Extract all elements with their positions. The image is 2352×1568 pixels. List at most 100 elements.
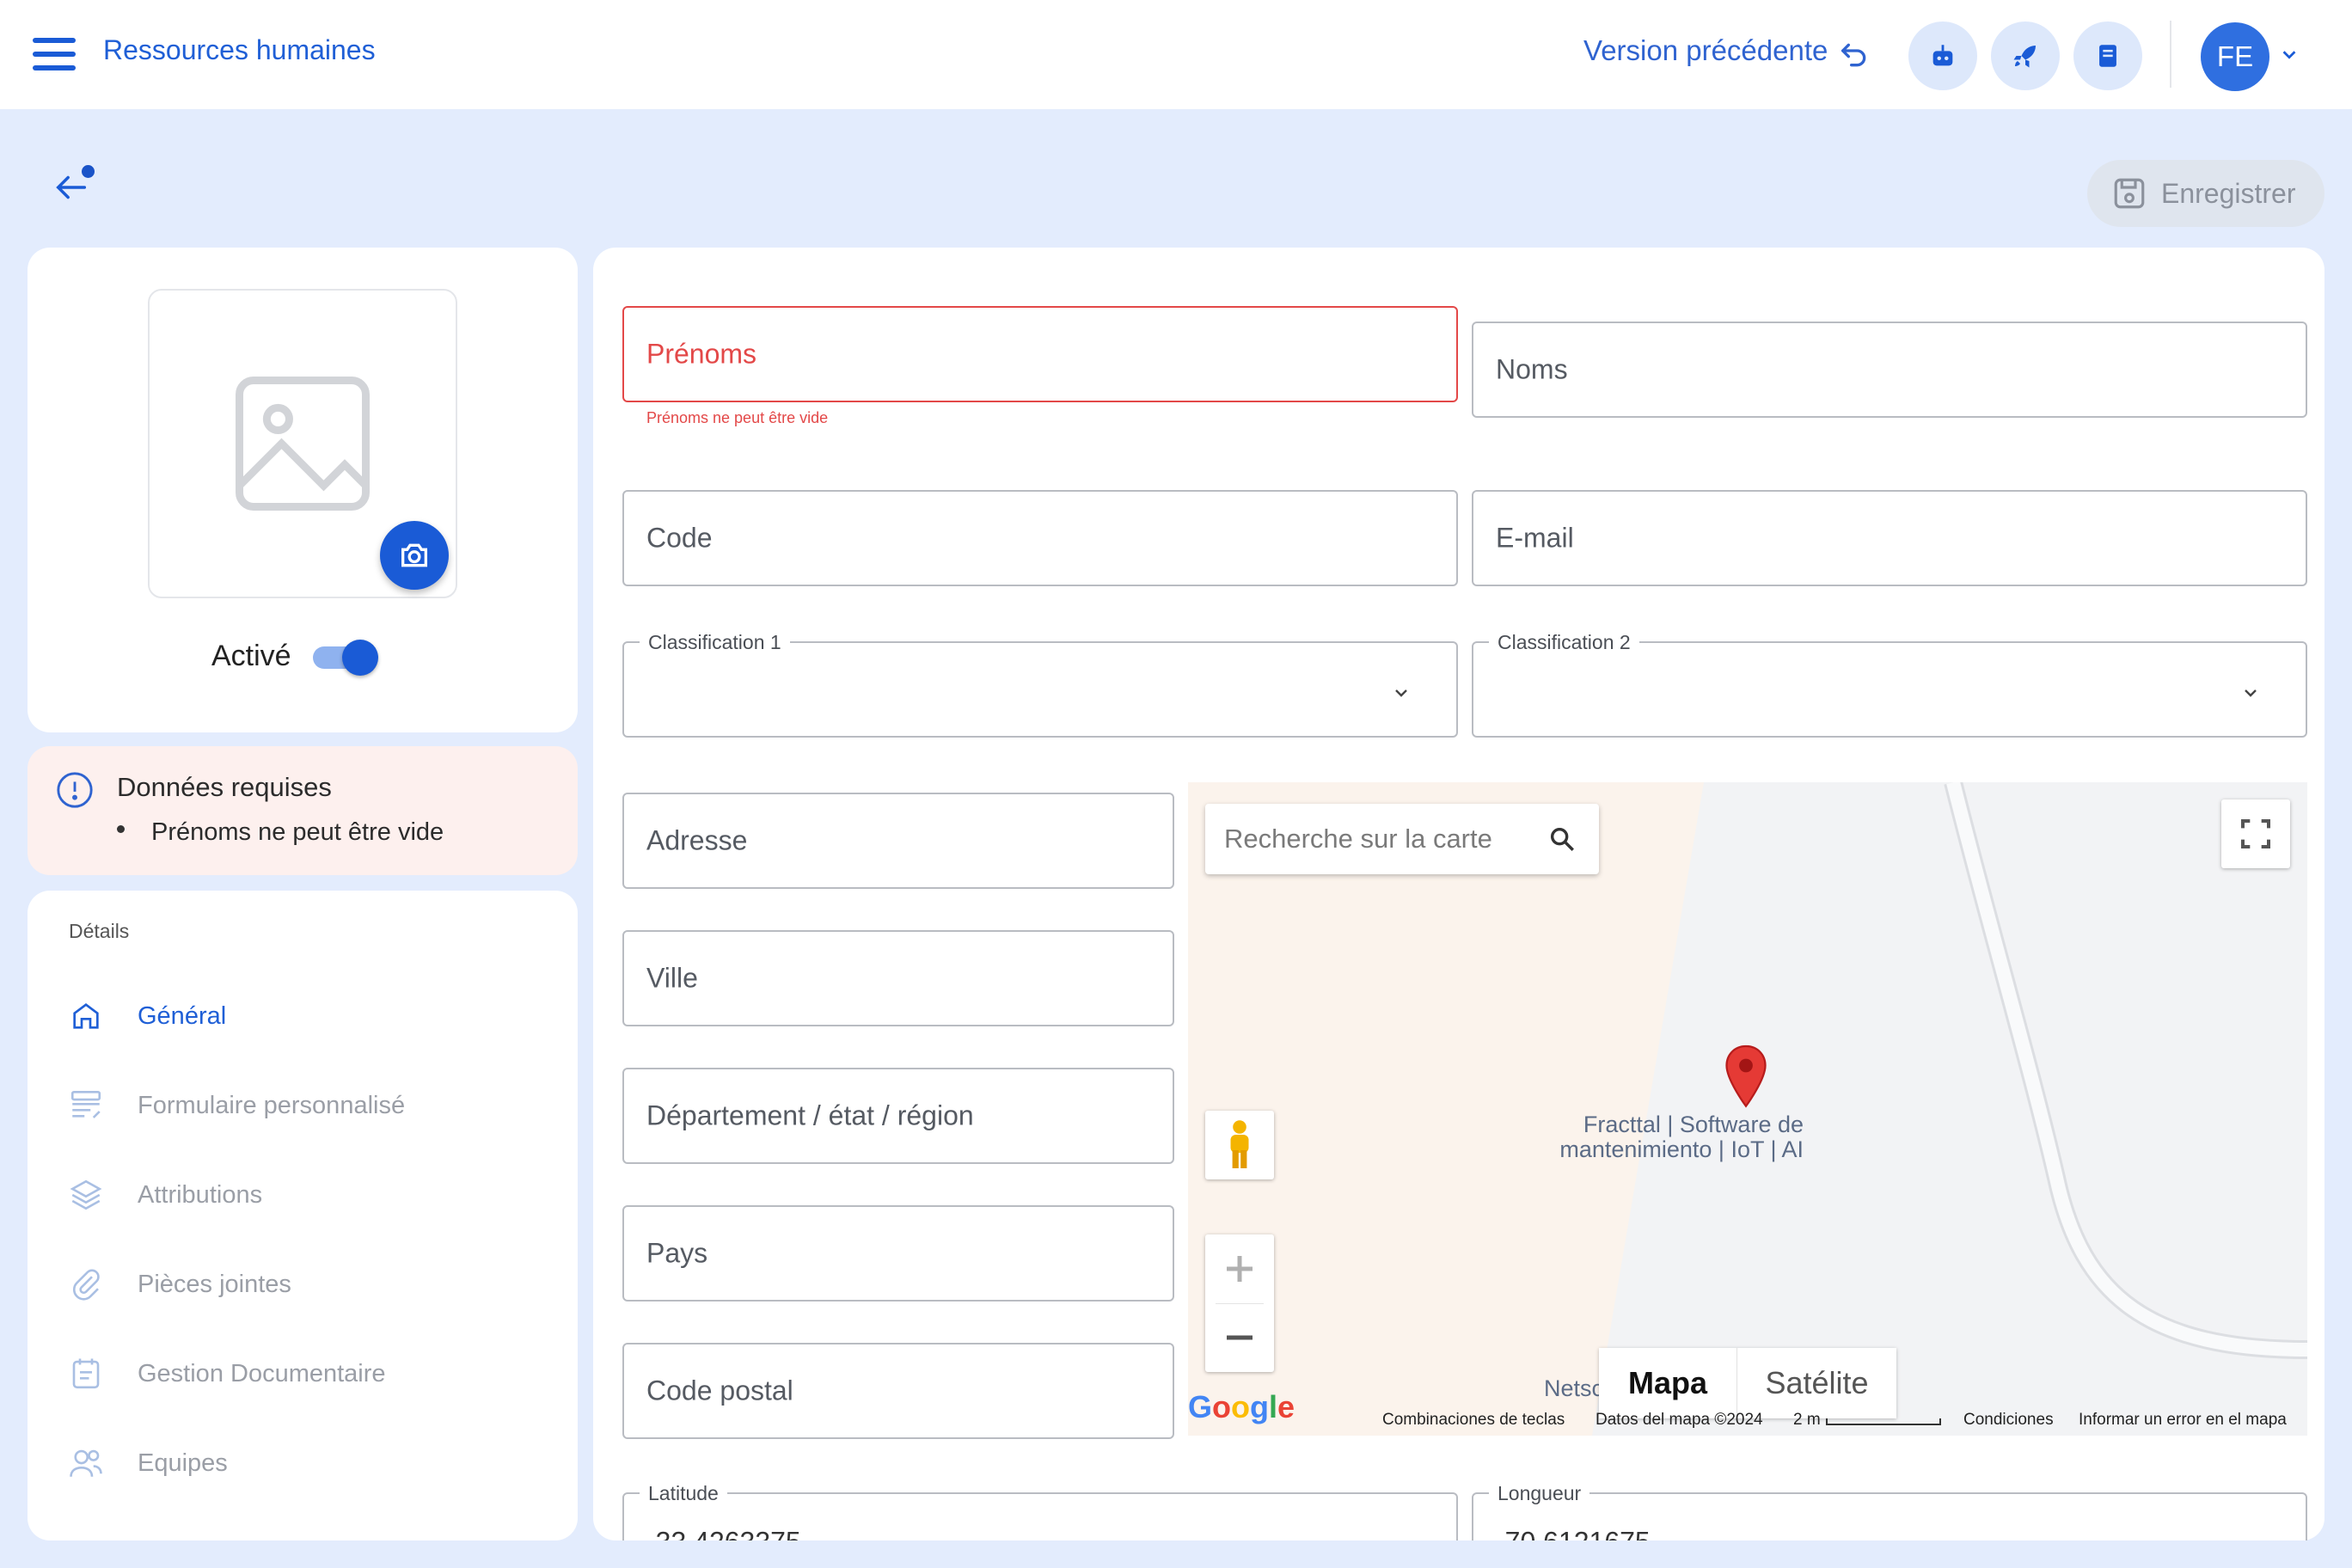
report-error-link[interactable]: Informar un error en el mapa bbox=[2079, 1411, 2287, 1430]
country-field[interactable]: Pays bbox=[622, 1205, 1174, 1302]
first-name-field[interactable]: Prénoms bbox=[622, 306, 1458, 402]
alert-item: Prénoms ne peut être vide bbox=[151, 818, 444, 846]
pegman-icon bbox=[1230, 1120, 1249, 1168]
undo-icon[interactable] bbox=[1836, 38, 1872, 72]
nav-label: Attributions bbox=[138, 1180, 263, 1209]
active-toggle-knob[interactable] bbox=[342, 640, 378, 676]
city-placeholder: Ville bbox=[646, 962, 698, 994]
docs-button[interactable] bbox=[2073, 21, 2142, 90]
nav-label: Général bbox=[138, 1001, 227, 1030]
place-label[interactable]: Fracttal | Software de mantenimiento | I… bbox=[1494, 1112, 1804, 1162]
nav-item-attachments[interactable]: Pièces jointes bbox=[65, 1259, 547, 1310]
map-marker-icon[interactable] bbox=[1723, 1044, 1769, 1111]
postal-code-placeholder: Code postal bbox=[646, 1375, 793, 1406]
last-name-field[interactable]: Noms bbox=[1472, 322, 2307, 418]
upload-photo-button[interactable] bbox=[380, 521, 449, 590]
menu-icon[interactable] bbox=[33, 38, 76, 72]
nav-item-document-management[interactable]: Gestion Documentaire bbox=[65, 1348, 547, 1400]
nav-item-attributions[interactable]: Attributions bbox=[65, 1169, 547, 1221]
map-search-placeholder: Recherche sur la carte bbox=[1224, 824, 1492, 854]
chevron-down-icon bbox=[1395, 689, 1407, 697]
alert-title: Données requises bbox=[117, 772, 332, 802]
map-partial-label: Netsc bbox=[1544, 1375, 1604, 1401]
avatar[interactable]: FE bbox=[2201, 22, 2269, 91]
app-title[interactable]: Ressources humaines bbox=[103, 34, 376, 66]
robot-icon bbox=[1932, 45, 1953, 66]
document-icon bbox=[72, 1358, 100, 1389]
assistant-button[interactable] bbox=[1908, 21, 1977, 90]
classification-1-label: Classification 1 bbox=[640, 631, 790, 654]
street-view-button[interactable] bbox=[1205, 1111, 1274, 1179]
fullscreen-icon bbox=[2241, 819, 2270, 848]
latitude-label: Latitude bbox=[640, 1482, 727, 1505]
save-button-label: Enregistrer bbox=[2161, 177, 2296, 209]
nav-label: Gestion Documentaire bbox=[138, 1359, 386, 1387]
nav-item-custom-form[interactable]: Formulaire personnalisé bbox=[65, 1080, 547, 1131]
classification-1-select[interactable]: Classification 1 bbox=[622, 631, 1458, 738]
place-label-line2: mantenimiento | IoT | AI bbox=[1559, 1136, 1804, 1162]
google-logo: Google bbox=[1188, 1389, 1295, 1424]
book-icon bbox=[2099, 45, 2116, 67]
classification-2-select[interactable]: Classification 2 bbox=[1472, 631, 2307, 738]
save-button[interactable]: Enregistrer bbox=[2087, 160, 2324, 227]
page-bottom bbox=[0, 1540, 2352, 1568]
previous-version-link[interactable]: Version précédente bbox=[1583, 34, 1828, 67]
info-icon bbox=[57, 772, 93, 808]
nav-label: Equipes bbox=[138, 1449, 228, 1477]
map-data-attribution: Datos del mapa ©2024 bbox=[1596, 1411, 1763, 1429]
save-icon bbox=[2114, 178, 2145, 209]
postal-code-field[interactable]: Code postal bbox=[622, 1343, 1174, 1439]
nav-label: Pièces jointes bbox=[138, 1270, 291, 1298]
image-icon bbox=[236, 377, 370, 511]
map-type-satellite[interactable]: Satélite bbox=[1736, 1348, 1896, 1418]
map-type-control: Mapa Satélite bbox=[1599, 1348, 1896, 1418]
map-scale[interactable]: 2 m bbox=[1793, 1411, 1821, 1430]
fullscreen-button[interactable] bbox=[2221, 799, 2290, 868]
map-search-input[interactable]: Recherche sur la carte bbox=[1205, 804, 1599, 874]
map-type-map[interactable]: Mapa bbox=[1599, 1348, 1736, 1418]
code-field[interactable]: Code bbox=[622, 490, 1458, 586]
paperclip-icon bbox=[72, 1269, 100, 1301]
minus-icon bbox=[1227, 1335, 1253, 1340]
classification-2-label: Classification 2 bbox=[1489, 631, 1639, 654]
zoom-in-button[interactable] bbox=[1205, 1234, 1274, 1303]
scale-bar bbox=[1826, 1418, 1941, 1425]
nav-section-title: Détails bbox=[69, 920, 130, 942]
unsaved-indicator bbox=[82, 165, 95, 178]
active-label: Activé bbox=[211, 640, 291, 672]
country-placeholder: Pays bbox=[646, 1237, 708, 1269]
chevron-down-icon bbox=[2245, 689, 2257, 697]
place-label-line1: Fracttal | Software de bbox=[1583, 1112, 1804, 1137]
form-icon bbox=[70, 1090, 101, 1118]
zoom-controls bbox=[1205, 1234, 1274, 1372]
nav-label: Formulaire personnalisé bbox=[138, 1091, 406, 1119]
nav-item-general[interactable]: Général bbox=[65, 990, 547, 1042]
zoom-out-button[interactable] bbox=[1205, 1303, 1274, 1372]
plus-icon bbox=[1227, 1256, 1253, 1282]
longitude-label: Longueur bbox=[1489, 1482, 1590, 1505]
launch-button[interactable] bbox=[1991, 21, 2060, 90]
code-placeholder: Code bbox=[646, 522, 713, 554]
email-placeholder: E-mail bbox=[1496, 522, 1574, 554]
team-icon bbox=[70, 1449, 102, 1477]
bullet bbox=[117, 825, 125, 833]
region-field[interactable]: Département / état / région bbox=[622, 1068, 1174, 1164]
search-icon[interactable] bbox=[1547, 824, 1577, 854]
required-data-alert bbox=[28, 746, 578, 875]
address-field[interactable]: Adresse bbox=[622, 793, 1174, 889]
first-name-placeholder: Prénoms bbox=[646, 338, 757, 370]
rocket-icon bbox=[2013, 46, 2036, 68]
city-field[interactable]: Ville bbox=[622, 930, 1174, 1026]
address-placeholder: Adresse bbox=[646, 824, 748, 856]
region-placeholder: Département / état / région bbox=[646, 1099, 974, 1131]
terms-link[interactable]: Condiciones bbox=[1963, 1411, 2054, 1430]
layers-icon bbox=[70, 1179, 102, 1210]
nav-item-teams[interactable]: Equipes bbox=[65, 1437, 547, 1489]
divider bbox=[2170, 21, 2171, 88]
home-icon bbox=[73, 1003, 99, 1029]
email-field[interactable]: E-mail bbox=[1472, 490, 2307, 586]
camera-icon bbox=[401, 543, 427, 567]
keyboard-shortcuts-link[interactable]: Combinaciones de teclas bbox=[1382, 1411, 1565, 1430]
chevron-down-icon[interactable] bbox=[2280, 45, 2299, 64]
last-name-placeholder: Noms bbox=[1496, 353, 1568, 385]
